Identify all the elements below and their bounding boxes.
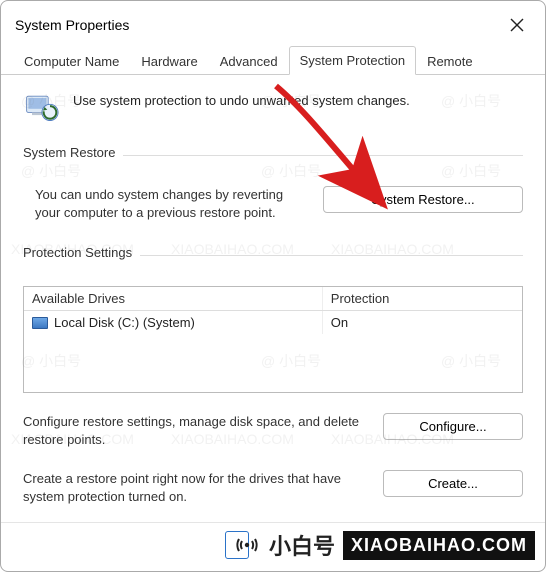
system-protection-icon (23, 89, 59, 125)
broadcast-icon (233, 531, 261, 559)
watermark-logo: 小白号 XIAOBAIHAO.COM (233, 529, 535, 561)
divider (140, 255, 523, 256)
create-button[interactable]: Create... (383, 470, 523, 497)
close-button[interactable] (503, 11, 531, 39)
create-desc: Create a restore point right now for the… (23, 470, 363, 505)
system-restore-desc: You can undo system changes by reverting… (23, 186, 303, 221)
table-row[interactable]: Local Disk (C:) (System) On (24, 311, 522, 334)
drive-protection-status: On (323, 311, 522, 334)
configure-desc: Configure restore settings, manage disk … (23, 413, 363, 448)
window-title: System Properties (15, 17, 129, 33)
close-icon (510, 18, 524, 32)
tab-hardware[interactable]: Hardware (130, 47, 208, 75)
system-restore-heading: System Restore (23, 145, 115, 160)
divider (1, 522, 545, 523)
tab-computer-name[interactable]: Computer Name (13, 47, 130, 75)
tab-system-protection[interactable]: System Protection (289, 46, 417, 75)
tab-remote[interactable]: Remote (416, 47, 484, 75)
column-header-drives[interactable]: Available Drives (24, 287, 323, 310)
divider (123, 155, 523, 156)
column-header-protection[interactable]: Protection (323, 287, 522, 310)
protection-settings-heading: Protection Settings (23, 245, 132, 260)
tab-advanced[interactable]: Advanced (209, 47, 289, 75)
drive-name: Local Disk (C:) (System) (54, 315, 195, 330)
configure-button[interactable]: Configure... (383, 413, 523, 440)
tab-bar: Computer Name Hardware Advanced System P… (1, 45, 545, 75)
drives-table: Available Drives Protection Local Disk (… (23, 286, 523, 393)
watermark-cn: 小白号 (269, 529, 335, 561)
intro-text: Use system protection to undo unwanted s… (73, 89, 410, 108)
watermark-domain: XIAOBAIHAO.COM (343, 531, 535, 560)
system-restore-button[interactable]: System Restore... (323, 186, 523, 213)
drive-icon (32, 317, 48, 329)
